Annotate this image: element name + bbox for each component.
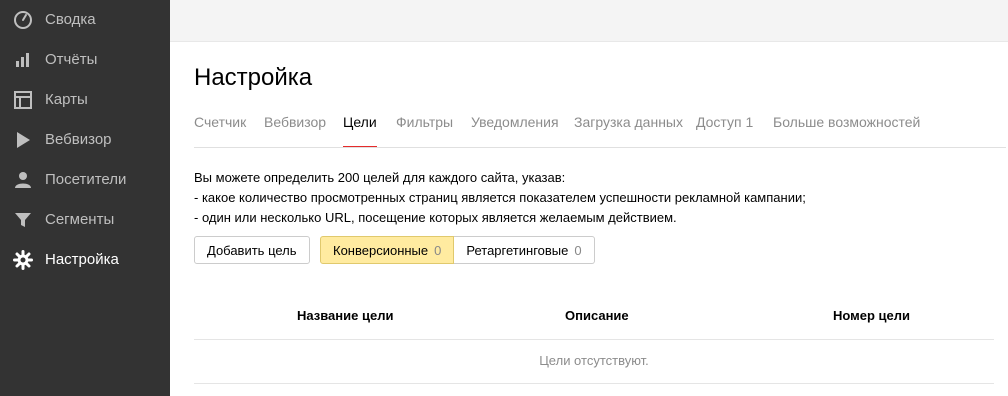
- filter-funnel-icon: [13, 210, 33, 230]
- conversion-goals-option[interactable]: Конверсионные 0: [320, 236, 455, 264]
- table-bottom-divider: [194, 383, 994, 384]
- option-count: 0: [434, 242, 442, 258]
- tab-goals[interactable]: Цели: [343, 114, 377, 148]
- map-layout-icon: [13, 90, 33, 110]
- sidebar-item-segments[interactable]: Сегменты: [0, 200, 170, 240]
- tab-access[interactable]: Доступ 1: [696, 114, 753, 148]
- play-icon: [13, 130, 33, 150]
- top-header-band: [170, 0, 1008, 42]
- sidebar-item-visitors[interactable]: Посетители: [0, 160, 170, 200]
- sidebar: Сводка Отчёты Карты Вебвизор Посетители …: [0, 0, 170, 396]
- sidebar-item-label: Вебвизор: [45, 131, 112, 148]
- sidebar-item-label: Настройка: [45, 251, 119, 268]
- sidebar-item-label: Сегменты: [45, 211, 115, 228]
- option-label: Конверсионные: [333, 242, 429, 258]
- tab-notifications[interactable]: Уведомления: [471, 114, 559, 148]
- retargeting-goals-option[interactable]: Ретаргетинговые 0: [454, 236, 595, 264]
- sidebar-item-maps[interactable]: Карты: [0, 80, 170, 120]
- column-header-goal-number[interactable]: Номер цели: [833, 308, 910, 323]
- empty-state-text: Цели отсутствуют.: [539, 353, 649, 368]
- sidebar-item-label: Карты: [45, 91, 88, 108]
- option-count: 0: [574, 242, 582, 258]
- bar-chart-icon: [13, 50, 33, 70]
- sidebar-item-label: Сводка: [45, 11, 96, 28]
- sidebar-item-webvisor[interactable]: Вебвизор: [0, 120, 170, 160]
- sidebar-item-reports[interactable]: Отчёты: [0, 40, 170, 80]
- tab-more-features[interactable]: Больше возможностей: [773, 114, 920, 148]
- gear-icon: [13, 250, 33, 270]
- column-header-goal-name[interactable]: Название цели: [297, 308, 393, 323]
- tab-filters[interactable]: Фильтры: [396, 114, 453, 148]
- info-line: - какое количество просмотренных страниц…: [194, 190, 806, 205]
- sidebar-item-settings[interactable]: Настройка: [0, 240, 170, 280]
- tabs-divider: [194, 147, 1006, 148]
- add-goal-button[interactable]: Добавить цель: [194, 236, 310, 264]
- gauge-icon: [13, 10, 33, 30]
- tab-counter[interactable]: Счетчик: [194, 114, 246, 148]
- table-header-divider: [194, 339, 994, 340]
- goals-info-text: Вы можете определить 200 целей для каждо…: [194, 168, 806, 228]
- goal-type-switch: Конверсионные 0 Ретаргетинговые 0: [320, 236, 595, 264]
- tab-data-upload[interactable]: Загрузка данных: [574, 114, 683, 148]
- option-label: Ретаргетинговые: [466, 242, 569, 258]
- sidebar-item-label: Отчёты: [45, 51, 98, 68]
- tab-webvisor[interactable]: Вебвизор: [264, 114, 326, 148]
- page-title: Настройка: [194, 64, 313, 91]
- sidebar-item-label: Посетители: [45, 171, 127, 188]
- column-header-description[interactable]: Описание: [565, 308, 629, 323]
- info-line: Вы можете определить 200 целей для каждо…: [194, 170, 566, 185]
- user-icon: [13, 170, 33, 190]
- info-line: - один или несколько URL, посещение кото…: [194, 210, 677, 225]
- sidebar-item-summary[interactable]: Сводка: [0, 0, 170, 40]
